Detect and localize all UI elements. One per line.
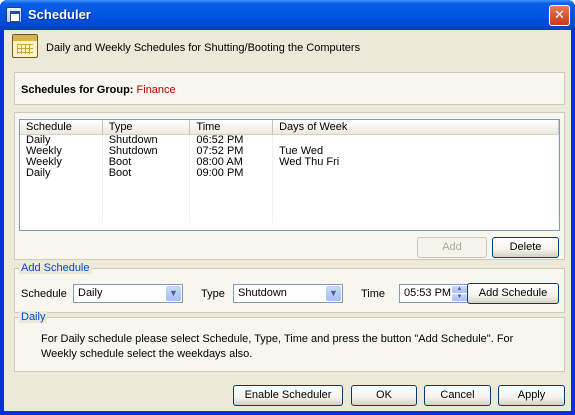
group-label-text: Schedules for Group:	[21, 84, 134, 96]
window-title: Scheduler	[28, 7, 91, 22]
type-label: Type	[201, 288, 225, 300]
delete-button[interactable]: Delete	[492, 237, 559, 258]
add-schedule-button[interactable]: Add Schedule	[467, 283, 559, 304]
list-header: Schedule Type Time Days of Week	[20, 120, 559, 135]
schedule-select-value: Daily	[78, 287, 103, 299]
title-bar[interactable]: Scheduler ✕	[0, 0, 575, 30]
cell-schedule: Daily	[20, 168, 103, 179]
column-header-days[interactable]: Days of Week	[273, 120, 559, 134]
dialog-header: Daily and Weekly Schedules for Shutting/…	[4, 30, 571, 64]
time-picker[interactable]: 05:53 PM ▲ ▼	[399, 284, 469, 303]
cell-days: Wed Thu Fri	[273, 157, 559, 168]
time-value: 05:53 PM	[404, 287, 452, 299]
calendar-icon	[12, 34, 38, 58]
time-label: Time	[361, 288, 386, 300]
chevron-down-icon[interactable]: ▼	[166, 286, 181, 301]
ok-button[interactable]: OK	[351, 385, 417, 406]
group-name: Finance	[136, 84, 176, 96]
group-label: Schedules for Group: Finance	[21, 84, 176, 96]
schedule-label: Schedule	[21, 288, 67, 300]
empty-row	[20, 179, 559, 190]
info-legend: Daily	[19, 311, 48, 323]
schedules-panel: Schedule Type Time Days of Week Daily Sh…	[14, 112, 565, 260]
cancel-button[interactable]: Cancel	[424, 385, 491, 406]
column-header-type[interactable]: Type	[103, 120, 191, 134]
scheduler-window: Scheduler ✕ Daily and Weekly Schedules f…	[0, 0, 575, 415]
cell-days	[273, 168, 559, 179]
window-app-icon	[6, 7, 22, 23]
close-button[interactable]: ✕	[549, 5, 570, 26]
add-schedule-panel: Add Schedule Schedule Daily ▼ Type Shutd…	[14, 262, 565, 313]
time-spinner[interactable]: ▲ ▼	[452, 286, 467, 301]
header-description: Daily and Weekly Schedules for Shutting/…	[46, 42, 361, 54]
group-panel: Schedules for Group: Finance	[14, 72, 565, 105]
spin-up-icon[interactable]: ▲	[452, 286, 467, 293]
schedules-list[interactable]: Schedule Type Time Days of Week Daily Sh…	[19, 119, 560, 231]
type-select-value: Shutdown	[238, 287, 287, 299]
add-schedule-legend: Add Schedule	[19, 262, 92, 274]
cell-time: 09:00 PM	[190, 168, 274, 179]
column-header-time[interactable]: Time	[190, 120, 274, 134]
spin-down-icon[interactable]: ▼	[452, 294, 467, 301]
table-row[interactable]: Daily Boot 09:00 PM	[20, 168, 559, 179]
empty-row	[20, 201, 559, 212]
empty-row	[20, 212, 559, 223]
apply-button[interactable]: Apply	[498, 385, 565, 406]
add-button[interactable]: Add	[417, 237, 487, 258]
empty-row	[20, 190, 559, 201]
type-select[interactable]: Shutdown ▼	[233, 284, 343, 303]
column-header-schedule[interactable]: Schedule	[20, 120, 103, 134]
chevron-down-icon[interactable]: ▼	[326, 286, 341, 301]
info-text: For Daily schedule please select Schedul…	[41, 333, 514, 360]
dialog-body: Daily and Weekly Schedules for Shutting/…	[4, 30, 571, 411]
cell-type: Boot	[103, 168, 191, 179]
enable-scheduler-button[interactable]: Enable Scheduler	[233, 385, 343, 406]
info-panel: Daily For Daily schedule please select S…	[14, 311, 565, 372]
table-row[interactable]: Weekly Boot 08:00 AM Wed Thu Fri	[20, 157, 559, 168]
schedule-select[interactable]: Daily ▼	[73, 284, 183, 303]
